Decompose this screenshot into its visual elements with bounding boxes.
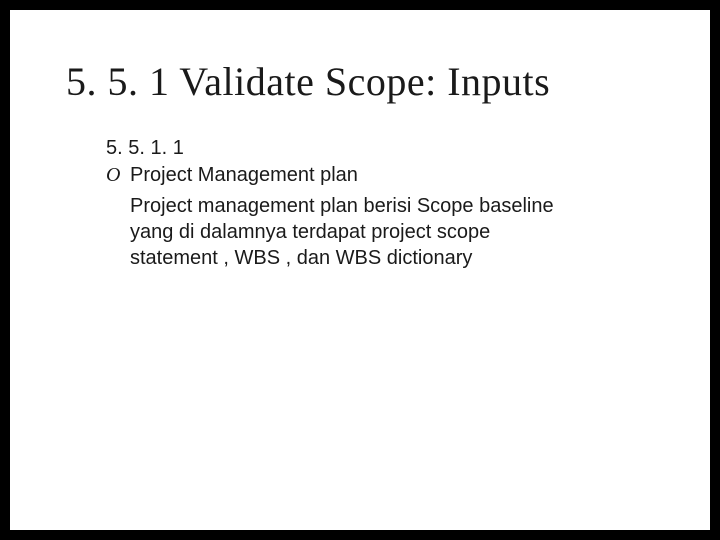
subsection-number: 5. 5. 1. 1 <box>106 137 654 160</box>
slide: 5. 5. 1 Validate Scope: Inputs 5. 5. 1. … <box>10 10 710 530</box>
bullet-item: O Project Management plan <box>106 164 654 187</box>
slide-title: 5. 5. 1 Validate Scope: Inputs <box>66 58 654 105</box>
bullet-label: Project Management plan <box>130 164 358 187</box>
bullet-marker: O <box>106 164 130 187</box>
slide-content: 5. 5. 1. 1 O Project Management plan Pro… <box>66 137 654 271</box>
body-paragraph: Project management plan berisi Scope bas… <box>130 193 560 271</box>
